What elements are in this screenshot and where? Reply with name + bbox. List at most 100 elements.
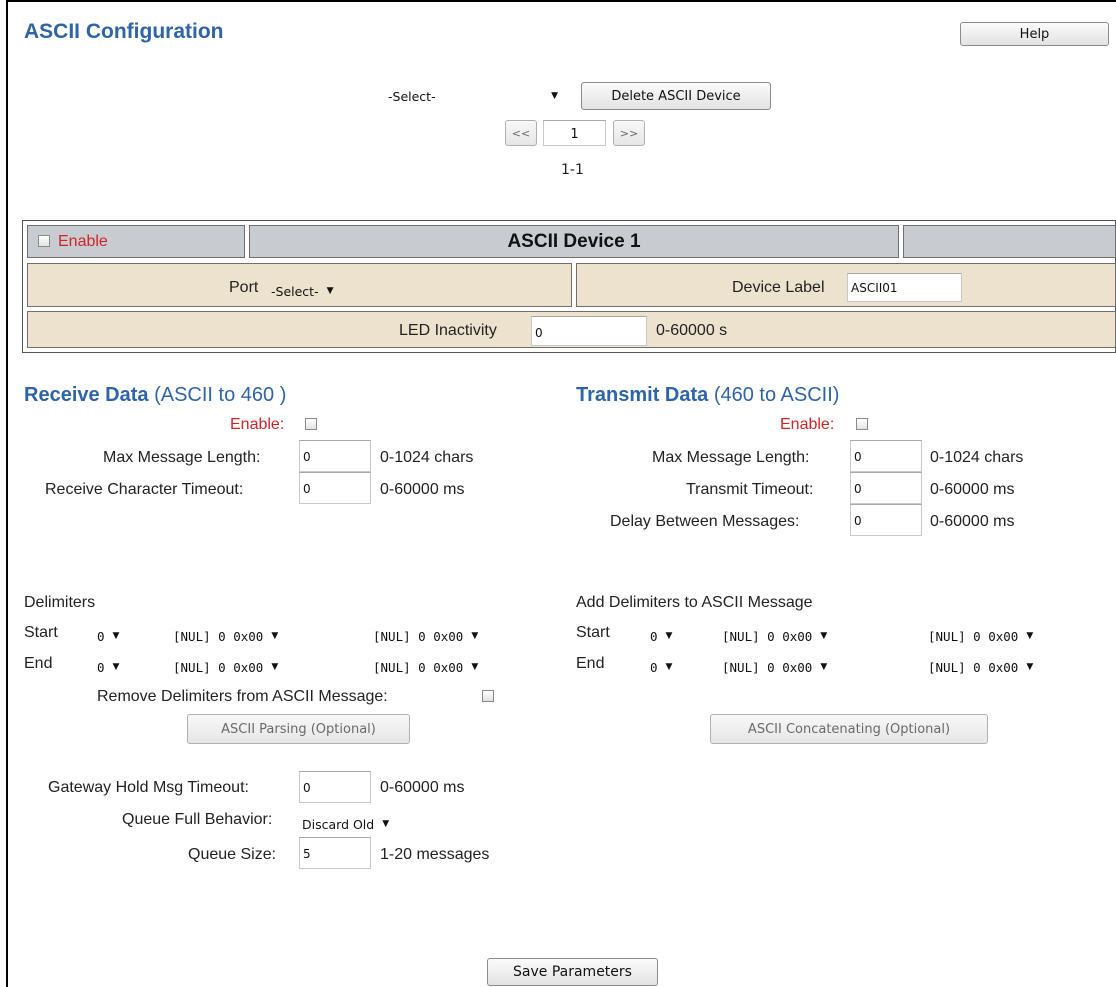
receive-subtitle: (ASCII to 460 ) (154, 384, 287, 406)
port-label: Port (229, 279, 259, 296)
receive-enable-label: Enable: (230, 416, 285, 433)
transmit-start-delim2-value: [NUL] 0 0x00 (928, 628, 1019, 644)
chevron-down-icon: ▼ (665, 662, 673, 672)
transmit-start-count-value: 0 (650, 628, 658, 644)
receive-start-count-value: 0 (97, 628, 105, 644)
page-number-input[interactable]: 1 (543, 120, 606, 146)
receive-end-delim2-select[interactable]: [NUL] 0 0x00 ▼ (373, 657, 478, 677)
transmit-end-label: End (576, 655, 605, 672)
receive-start-label: Start (24, 624, 58, 641)
chevron-down-icon: ▼ (112, 662, 120, 672)
receive-section-title: Receive Data (ASCII to 460 ) (24, 384, 286, 407)
receive-end-delim1-select[interactable]: [NUL] 0 0x00 ▼ (173, 657, 278, 677)
prev-page-button[interactable]: << (505, 120, 537, 146)
device-enable-checkbox[interactable] (38, 235, 50, 247)
queue-full-behavior-value: Discard Old (302, 816, 375, 832)
chevron-down-icon: ▼ (271, 662, 279, 672)
delay-between-messages-label: Delay Between Messages: (610, 513, 800, 530)
delay-between-messages-input[interactable]: 0 (850, 504, 922, 536)
receive-start-delim2-value: [NUL] 0 0x00 (373, 628, 464, 644)
chevron-down-icon: ▼ (471, 631, 479, 641)
device-select-value: -Select- (388, 88, 436, 104)
receive-end-label: End (24, 655, 53, 672)
chevron-down-icon: ▼ (271, 631, 279, 641)
led-inactivity-label: LED Inactivity (399, 322, 497, 339)
transmit-end-count-value: 0 (650, 659, 658, 675)
transmit-max-length-range: 0-1024 chars (930, 449, 1024, 466)
enable-cell: Enable (27, 225, 245, 258)
led-inactivity-input[interactable]: 0 (531, 316, 647, 346)
transmit-end-count-select[interactable]: 0 ▼ (650, 657, 672, 677)
transmit-title: Transmit Data (576, 384, 709, 406)
device-label-cell (576, 263, 1116, 307)
transmit-end-delim2-value: [NUL] 0 0x00 (928, 659, 1019, 675)
device-select[interactable]: -Select- ▼ (384, 84, 566, 108)
device-label-input[interactable]: ASCII01 (847, 273, 962, 302)
save-parameters-button[interactable]: Save Parameters (487, 958, 658, 986)
gateway-hold-range: 0-60000 ms (380, 779, 465, 796)
chevron-down-icon: ▼ (551, 91, 558, 101)
gateway-hold-input[interactable]: 0 (299, 771, 371, 803)
chevron-down-icon: ▼ (820, 631, 828, 641)
ascii-parsing-button[interactable]: ASCII Parsing (Optional) (187, 714, 410, 744)
queue-full-behavior-label: Queue Full Behavior: (122, 811, 273, 828)
device-title: ASCII Device 1 (507, 230, 641, 252)
transmit-end-delim1-select[interactable]: [NUL] 0 0x00 ▼ (722, 657, 827, 677)
transmit-timeout-range: 0-60000 ms (930, 481, 1015, 498)
transmit-enable-label: Enable: (780, 416, 835, 433)
device-label-label: Device Label (732, 279, 825, 296)
queue-size-label: Queue Size: (188, 846, 277, 863)
transmit-max-length-label: Max Message Length: (652, 449, 810, 466)
device-title-cell: ASCII Device 1 (249, 225, 899, 258)
receive-char-timeout-input[interactable]: 0 (299, 472, 371, 504)
receive-end-count-value: 0 (97, 659, 105, 675)
chevron-down-icon: ▼ (326, 286, 334, 296)
led-inactivity-range: 0-60000 s (656, 322, 728, 339)
delete-ascii-device-button[interactable]: Delete ASCII Device (581, 82, 771, 110)
ascii-concatenating-button[interactable]: ASCII Concatenating (Optional) (710, 714, 988, 744)
transmit-section-title: Transmit Data (460 to ASCII) (576, 384, 839, 407)
transmit-enable-checkbox[interactable] (856, 418, 868, 430)
transmit-start-delim2-select[interactable]: [NUL] 0 0x00 ▼ (928, 626, 1033, 646)
transmit-start-delim1-select[interactable]: [NUL] 0 0x00 ▼ (722, 626, 827, 646)
receive-char-timeout-range: 0-60000 ms (380, 481, 465, 498)
transmit-start-count-select[interactable]: 0 ▼ (650, 626, 672, 646)
transmit-end-delim2-select[interactable]: [NUL] 0 0x00 ▼ (928, 657, 1033, 677)
queue-size-range: 1-20 messages (380, 846, 490, 863)
receive-end-delim1-value: [NUL] 0 0x00 (173, 659, 264, 675)
transmit-start-delim1-value: [NUL] 0 0x00 (722, 628, 813, 644)
delay-between-messages-range: 0-60000 ms (930, 513, 1015, 530)
queue-size-input[interactable]: 5 (299, 837, 371, 869)
transmit-subtitle: (460 to ASCII) (713, 384, 840, 406)
transmit-end-delim1-value: [NUL] 0 0x00 (722, 659, 813, 675)
page-range-text: 1-1 (561, 162, 584, 178)
receive-max-length-input[interactable]: 0 (299, 440, 371, 472)
port-select-value: -Select- (271, 283, 319, 299)
chevron-down-icon: ▼ (1026, 662, 1034, 672)
receive-enable-checkbox[interactable] (305, 418, 317, 430)
receive-end-count-select[interactable]: 0 ▼ (97, 657, 119, 677)
port-select[interactable]: -Select- ▼ (271, 280, 334, 302)
chevron-down-icon: ▼ (1026, 631, 1034, 641)
transmit-timeout-input[interactable]: 0 (850, 472, 922, 504)
receive-start-count-select[interactable]: 0 ▼ (97, 626, 119, 646)
queue-full-behavior-select[interactable]: Discard Old ▼ (302, 813, 389, 835)
chevron-down-icon: ▼ (665, 631, 673, 641)
receive-delimiters-title: Delimiters (24, 594, 96, 611)
remove-delimiters-checkbox[interactable] (482, 690, 494, 702)
device-title-extra-cell (903, 225, 1116, 258)
receive-start-delim1-select[interactable]: [NUL] 0 0x00 ▼ (173, 626, 278, 646)
transmit-max-length-input[interactable]: 0 (850, 440, 922, 472)
device-enable-label: Enable (58, 233, 108, 250)
help-button[interactable]: Help (960, 22, 1109, 46)
chevron-down-icon: ▼ (112, 631, 120, 641)
transmit-timeout-label: Transmit Timeout: (686, 481, 814, 498)
page-title: ASCII Configuration (24, 20, 224, 43)
next-page-button[interactable]: >> (613, 120, 645, 146)
receive-max-length-label: Max Message Length: (103, 449, 261, 466)
gateway-hold-label: Gateway Hold Msg Timeout: (48, 779, 249, 796)
receive-start-delim2-select[interactable]: [NUL] 0 0x00 ▼ (373, 626, 478, 646)
receive-title: Receive Data (24, 384, 149, 406)
receive-start-delim1-value: [NUL] 0 0x00 (173, 628, 264, 644)
receive-end-delim2-value: [NUL] 0 0x00 (373, 659, 464, 675)
